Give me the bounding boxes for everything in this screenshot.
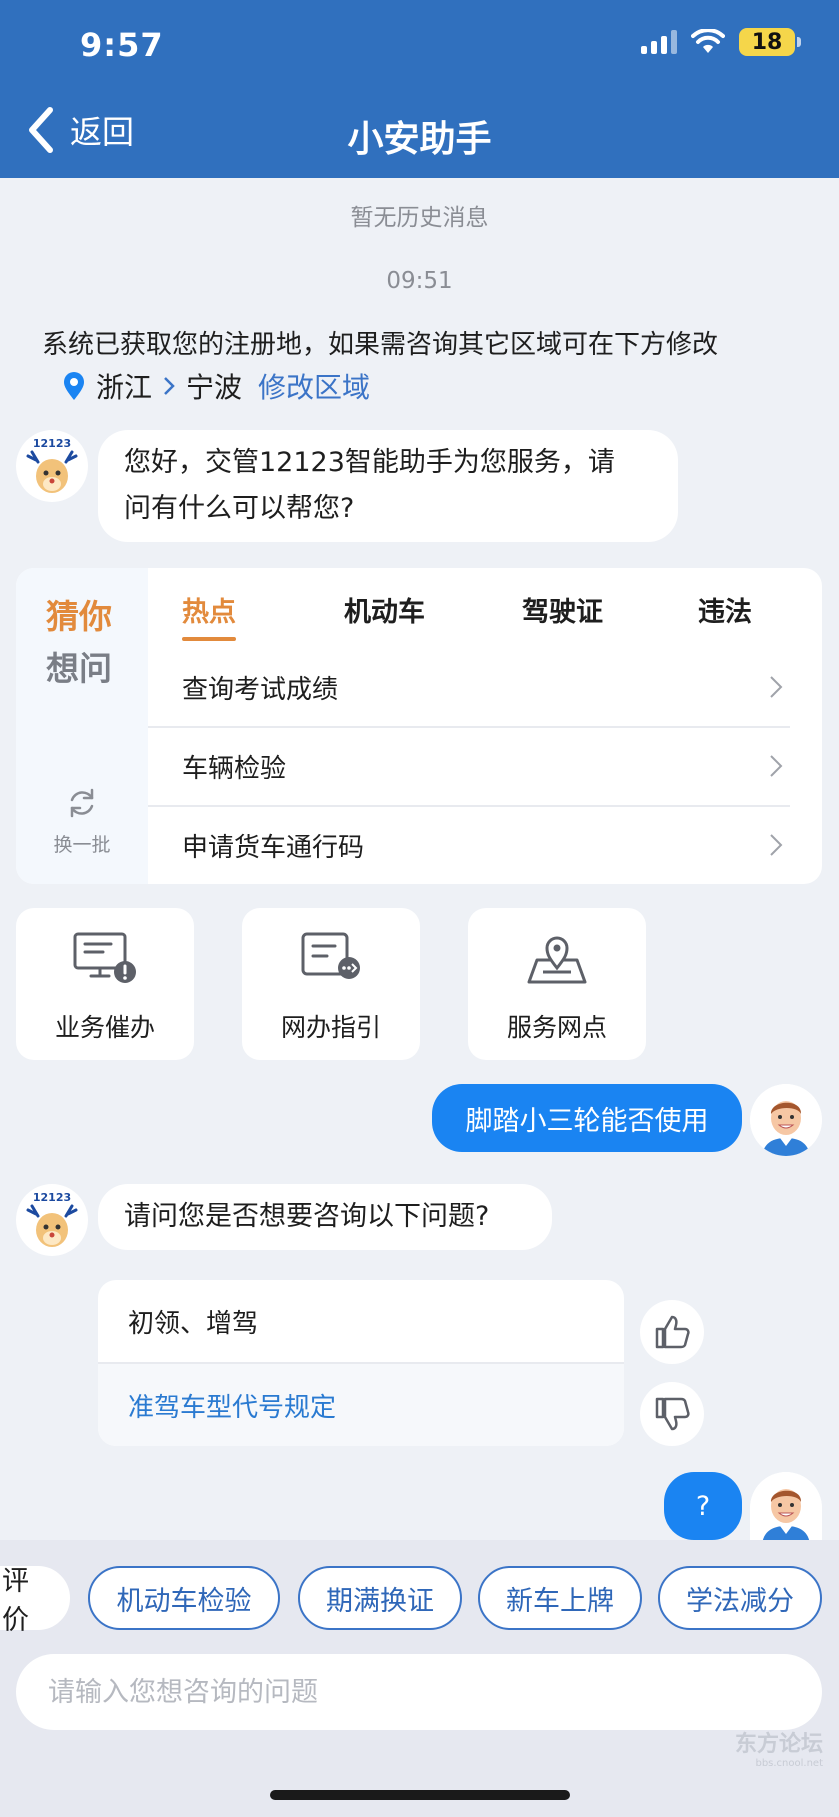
chat-timestamp: 09:51	[386, 268, 453, 294]
region-selector: 浙江 宁波 修改区域	[62, 366, 370, 406]
bot-greeting-bubble: 您好，交管12123智能助手为您服务，请 问有什么可以帮您?	[98, 430, 678, 542]
refresh-batch-button[interactable]: 换一批	[16, 786, 148, 857]
service-label: 网办指引	[280, 1013, 381, 1042]
guess-title-line2: 想问	[46, 649, 112, 688]
thumbs-down-icon	[655, 1397, 690, 1431]
tab-license[interactable]: 驾驶证	[522, 590, 603, 629]
service-outlets-button[interactable]: 服务网点	[468, 908, 646, 1060]
tab-violation[interactable]: 违法	[698, 590, 752, 629]
page-title: 小安助手	[347, 119, 492, 160]
chevron-right-icon	[164, 377, 175, 395]
question-label: 车辆检验	[182, 753, 287, 784]
suggestion-card: 初领、增驾 准驾车型代号规定	[98, 1280, 624, 1446]
deer-mascot-icon: 12123	[26, 437, 78, 493]
tab-vehicle[interactable]: 机动车	[344, 590, 425, 629]
chip-rate[interactable]: 评价	[0, 1566, 70, 1636]
user-message-bubble: ?	[664, 1472, 742, 1540]
chip-study-deduction[interactable]: 学法减分	[658, 1566, 822, 1630]
tab-hot[interactable]: 热点	[182, 590, 236, 641]
service-guide-button[interactable]: 网办指引	[242, 908, 420, 1060]
greeting-line-2: 问有什么可以帮您?	[124, 493, 355, 524]
thumbs-down-button[interactable]	[640, 1382, 704, 1446]
guess-questions-card: 猜你 想问 换一批 热点 机动车 驾驶证 违法 查询考试成绩 车辆检验 申请货车…	[16, 568, 822, 884]
service-label: 业务催办	[54, 1013, 155, 1042]
region-notice: 系统已获取您的注册地，如果需咨询其它区域可在下方修改	[42, 330, 719, 360]
greeting-line-1: 您好，交管12123智能助手为您服务，请	[124, 447, 615, 478]
question-item[interactable]: 申请货车通行码	[148, 806, 790, 884]
status-time: 9:57	[80, 26, 164, 64]
wifi-icon	[691, 29, 725, 53]
monitor-alert-icon	[73, 932, 136, 983]
chip-license-renewal[interactable]: 期满换证	[298, 1566, 462, 1630]
guess-title-line1: 猜你	[46, 597, 112, 636]
no-history-text: 暂无历史消息	[350, 205, 489, 231]
deer-mascot-icon: 12123	[26, 1191, 78, 1247]
watermark-sub: bbs.cnool.net	[755, 1758, 823, 1769]
question-item[interactable]: 车辆检验	[148, 727, 790, 805]
chip-new-car-plate[interactable]: 新车上牌	[478, 1566, 642, 1630]
chevron-right-icon	[770, 755, 783, 777]
guess-tabs: 热点 机动车 驾驶证 违法	[164, 590, 802, 641]
chip-vehicle-inspection[interactable]: 机动车检验	[88, 1566, 280, 1630]
chevron-right-icon	[770, 676, 783, 698]
region-province: 浙江	[96, 371, 153, 404]
service-urge-button[interactable]: 业务催办	[16, 908, 194, 1060]
service-label: 服务网点	[506, 1013, 607, 1042]
bot-avatar: 12123	[16, 430, 88, 502]
question-item[interactable]: 查询考试成绩	[148, 648, 790, 726]
bot-avatar-text: 12123	[33, 1191, 71, 1204]
user-avatar	[750, 1084, 822, 1156]
location-pin-icon	[64, 372, 84, 400]
user-avatar	[750, 1472, 822, 1540]
modify-region-link[interactable]: 修改区域	[258, 366, 370, 406]
refresh-icon	[70, 788, 94, 818]
question-input[interactable]	[16, 1654, 822, 1730]
status-icons: 18	[641, 28, 801, 56]
bot-message-bubble: 请问您是否想要咨询以下问题?	[98, 1184, 552, 1250]
map-pin-icon	[527, 936, 587, 984]
document-arrow-icon	[301, 932, 360, 979]
app-header: 9:57 18 返回 小安助手	[0, 0, 839, 178]
guess-side-panel: 猜你 想问 换一批	[16, 568, 148, 884]
question-label: 查询考试成绩	[182, 674, 339, 705]
home-indicator	[270, 1790, 570, 1800]
bot-avatar: 12123	[16, 1184, 88, 1256]
thumbs-up-icon	[655, 1315, 690, 1349]
refresh-label: 换一批	[53, 834, 111, 856]
user-avatar-icon	[750, 1084, 822, 1156]
battery-icon: 18	[739, 28, 801, 56]
user-message-bubble: 脚踏小三轮能否使用	[432, 1084, 742, 1152]
suggestion-link[interactable]: 准驾车型代号规定	[98, 1364, 624, 1446]
region-city: 宁波	[186, 371, 243, 404]
suggestion-item[interactable]: 初领、增驾	[98, 1280, 624, 1362]
bot-avatar-text: 12123	[33, 437, 71, 450]
question-label: 申请货车通行码	[182, 832, 365, 863]
cellular-signal-icon	[641, 30, 677, 54]
thumbs-up-button[interactable]	[640, 1300, 704, 1364]
watermark-text: 东方论坛	[734, 1732, 823, 1757]
user-avatar-icon	[750, 1472, 822, 1540]
chevron-right-icon	[770, 834, 783, 856]
watermark: 东方论坛 bbs.cnool.net	[735, 1726, 823, 1769]
